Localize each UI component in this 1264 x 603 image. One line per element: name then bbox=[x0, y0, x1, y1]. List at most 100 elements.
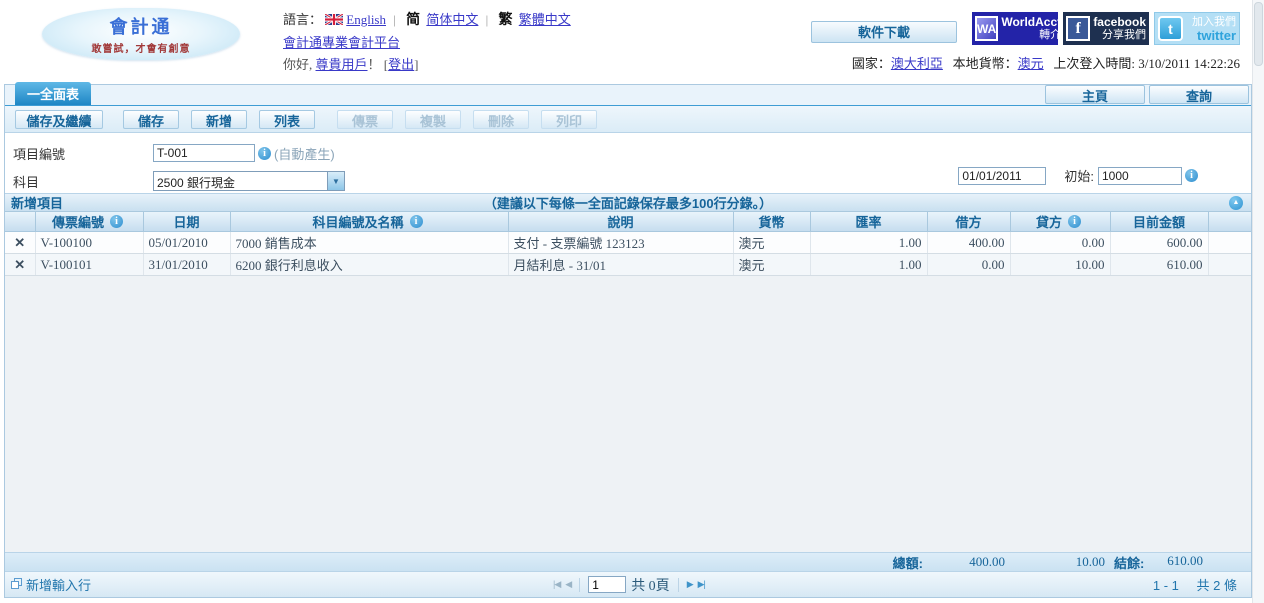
header-right: 軟件下載 WA WorldAcct 轉介 f facebook 分享我們 t 加… bbox=[811, 12, 1240, 72]
delete-row-icon[interactable]: ✕ bbox=[5, 232, 35, 254]
currency-column-header[interactable]: 貨幣 bbox=[733, 212, 810, 232]
lang-simplified-prefix: 简 bbox=[406, 13, 420, 28]
credit-cell: 0.00 bbox=[1010, 232, 1110, 254]
language-label: 語言： bbox=[283, 12, 322, 27]
print-button[interactable]: 列印 bbox=[541, 110, 597, 129]
extra-cell bbox=[1208, 254, 1251, 276]
page-count-label: 共 0頁 bbox=[631, 575, 670, 595]
platform-link[interactable]: 會計通專業會計平台 bbox=[283, 35, 400, 50]
grid-caption-bar: （建議以下每條一全面記錄保存最多100行分錄。） 新增項目 ▲ bbox=[5, 193, 1251, 212]
save-and-continue-button[interactable]: 儲存及繼續 bbox=[15, 110, 103, 129]
debit-cell: 0.00 bbox=[927, 254, 1010, 276]
voucher-button[interactable]: 傳票 bbox=[337, 110, 393, 129]
currency-cell: 澳元 bbox=[733, 232, 810, 254]
item-number-label: 項目編號 bbox=[5, 144, 153, 163]
app-logo-title: 會計通 bbox=[110, 13, 173, 39]
lang-simplified-link[interactable]: 简体中文 bbox=[426, 12, 478, 27]
grid-hint: （建議以下每條一全面記錄保存最多100行分錄。） bbox=[5, 193, 1251, 212]
platform-row: 會計通專業會計平台 bbox=[283, 32, 571, 54]
voucher-column-header[interactable]: 傳票編號i bbox=[35, 212, 143, 232]
facebook-name: facebook bbox=[1093, 16, 1146, 29]
vertical-scrollbar[interactable] bbox=[1252, 0, 1264, 603]
account-select-value: 2500 銀行現金 bbox=[154, 172, 327, 190]
auto-generate-note: (自動產生) bbox=[274, 144, 335, 163]
worldacct-name: WorldAcct bbox=[1001, 16, 1058, 29]
main-panel: 一全面表 主頁 查詢 儲存及繼續 儲存 新增 列表 傳票 複製 刪除 列印 項目… bbox=[4, 84, 1252, 598]
info-icon[interactable]: i bbox=[1068, 215, 1081, 228]
last-page-icon[interactable]: ▶| bbox=[698, 579, 705, 590]
rate-column-header[interactable]: 匯率 bbox=[810, 212, 927, 232]
worldacct-badge[interactable]: WA WorldAcct 轉介 bbox=[972, 12, 1058, 45]
new-button[interactable]: 新增 bbox=[191, 110, 247, 129]
account-select[interactable]: 2500 銀行現金 ▼ bbox=[153, 171, 345, 191]
info-icon[interactable]: i bbox=[410, 215, 423, 228]
delete-row-icon[interactable]: ✕ bbox=[5, 254, 35, 276]
opening-balance-group: 初始: i bbox=[958, 166, 1201, 185]
next-page-icon[interactable]: ▶ bbox=[687, 579, 693, 590]
save-button[interactable]: 儲存 bbox=[123, 110, 179, 129]
account-meta-row: 國家：澳大利亞 本地貨幣：澳元 上次登入時間: 3/10/2011 14:22:… bbox=[811, 53, 1240, 72]
country-label: 國家： bbox=[852, 56, 891, 71]
date-column-header[interactable]: 日期 bbox=[143, 212, 230, 232]
logout-link[interactable]: 登出 bbox=[388, 57, 414, 72]
account-cell: 6200 銀行利息收入 bbox=[230, 254, 508, 276]
uk-flag-icon bbox=[325, 13, 343, 28]
extra-column-header bbox=[1208, 212, 1251, 232]
account-column-header[interactable]: 科目編號及名稱i bbox=[230, 212, 508, 232]
info-icon[interactable]: i bbox=[1185, 169, 1198, 182]
start-date-input[interactable] bbox=[958, 167, 1046, 185]
amount-column-header[interactable]: 目前金額 bbox=[1110, 212, 1208, 232]
page-number-input[interactable] bbox=[588, 576, 626, 593]
entries-table: 傳票編號i 日期 科目編號及名稱i 說明 貨幣 匯率 借方 貸方i 目前金額 ✕… bbox=[5, 212, 1251, 276]
delete-column-header bbox=[5, 212, 35, 232]
add-input-row-link[interactable]: 新增輸入行 bbox=[5, 575, 91, 594]
table-row[interactable]: ✕ V-100101 31/01/2010 6200 銀行利息收入 月結利息 -… bbox=[5, 254, 1251, 276]
app-logo-tagline: 敢嘗試，才會有創意 bbox=[92, 40, 191, 55]
credit-column-header[interactable]: 貸方i bbox=[1010, 212, 1110, 232]
list-button[interactable]: 列表 bbox=[259, 110, 315, 129]
tab-full-form[interactable]: 一全面表 bbox=[15, 82, 91, 105]
description-column-header[interactable]: 說明 bbox=[508, 212, 733, 232]
account-label: 科目 bbox=[5, 172, 153, 191]
description-cell: 月結利息 - 31/01 bbox=[508, 254, 733, 276]
debit-column-header[interactable]: 借方 bbox=[927, 212, 1010, 232]
country-link[interactable]: 澳大利亞 bbox=[891, 56, 943, 71]
collapse-grid-icon[interactable]: ▲ bbox=[1229, 196, 1243, 210]
lang-english-link[interactable]: English bbox=[346, 12, 386, 27]
site-header: 會計通 敢嘗試，才會有創意 語言： English | 简 简体中文 | 繁 繁… bbox=[0, 0, 1264, 80]
delete-button[interactable]: 刪除 bbox=[473, 110, 529, 129]
toolbar: 儲存及繼續 儲存 新增 列表 傳票 複製 刪除 列印 bbox=[5, 106, 1251, 133]
separator: | bbox=[393, 12, 396, 27]
totals-debit: 400.00 bbox=[927, 554, 1010, 570]
record-total: 共 2 條 bbox=[1197, 578, 1237, 593]
scrollbar-thumb[interactable] bbox=[1254, 2, 1263, 66]
first-page-icon[interactable]: |◀ bbox=[553, 579, 560, 590]
home-button[interactable]: 主頁 bbox=[1045, 85, 1145, 104]
query-button[interactable]: 查詢 bbox=[1149, 85, 1249, 104]
info-icon[interactable]: i bbox=[110, 215, 123, 228]
date-cell: 31/01/2010 bbox=[143, 254, 230, 276]
app-logo: 會計通 敢嘗試，才會有創意 bbox=[42, 8, 240, 60]
copy-button[interactable]: 複製 bbox=[405, 110, 461, 129]
table-row[interactable]: ✕ V-100100 05/01/2010 7000 銷售成本 支付 - 支票編… bbox=[5, 232, 1251, 254]
prev-page-icon[interactable]: ◀ bbox=[565, 579, 571, 590]
grid-section-title: 新增項目 bbox=[5, 193, 63, 212]
lang-traditional-prefix: 繁 bbox=[498, 13, 512, 28]
user-link[interactable]: 尊貴用戶 bbox=[316, 57, 368, 72]
twitter-badge[interactable]: t 加入我們 twitter bbox=[1154, 12, 1240, 45]
greeting-row: 你好, 尊貴用戶！ [登出] bbox=[283, 54, 571, 76]
pager-bar: 新增輸入行 |◀ ◀ 共 0頁 ▶ ▶| 1 - 1 共 2 條 bbox=[5, 571, 1251, 597]
item-number-input[interactable] bbox=[153, 144, 255, 162]
facebook-badge[interactable]: f facebook 分享我們 bbox=[1063, 12, 1149, 45]
date-cell: 05/01/2010 bbox=[143, 232, 230, 254]
currency-link[interactable]: 澳元 bbox=[1018, 56, 1044, 71]
amount-cell: 600.00 bbox=[1110, 232, 1208, 254]
currency-label: 本地貨幣： bbox=[953, 56, 1018, 71]
worldacct-sub: 轉介 bbox=[1039, 29, 1058, 42]
info-icon[interactable]: i bbox=[258, 147, 271, 160]
grid-empty-area bbox=[5, 276, 1251, 552]
software-download-button[interactable]: 軟件下載 bbox=[811, 21, 957, 43]
lang-traditional-link[interactable]: 繁體中文 bbox=[519, 12, 571, 27]
initial-amount-input[interactable] bbox=[1098, 167, 1182, 185]
balance-label: 結餘: bbox=[1110, 553, 1144, 572]
